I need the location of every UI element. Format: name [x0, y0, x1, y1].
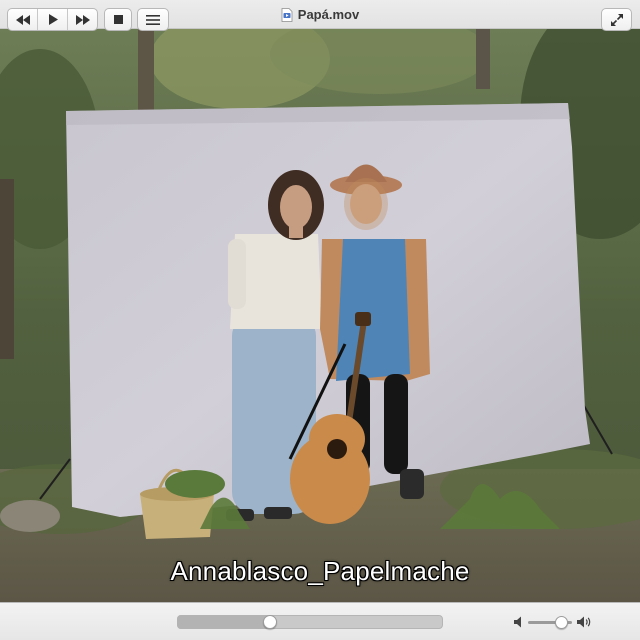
stop-icon — [113, 15, 123, 24]
timeline-scrubber[interactable] — [177, 614, 443, 630]
video-frame[interactable]: Annablasco_Papelmache — [0, 29, 640, 602]
rewind-button[interactable] — [8, 9, 38, 30]
stop-button[interactable] — [104, 8, 132, 31]
fast-forward-button[interactable] — [68, 9, 97, 30]
subtitle-caption: Annablasco_Papelmache — [170, 556, 470, 586]
volume-slider-knob[interactable] — [555, 616, 568, 629]
timeline-playhead[interactable] — [263, 615, 277, 629]
volume-low-icon[interactable] — [514, 616, 524, 628]
rewind-icon — [15, 14, 30, 25]
window-title: Papá.mov — [297, 7, 360, 22]
fullscreen-button[interactable] — [601, 8, 632, 31]
video-scene-image — [0, 29, 640, 602]
movie-file-icon — [281, 7, 293, 22]
transport-button-group — [7, 8, 98, 31]
play-icon — [48, 14, 58, 25]
fast-forward-icon — [75, 14, 90, 25]
fullscreen-icon — [610, 13, 623, 26]
playlist-icon — [146, 14, 160, 25]
volume-high-icon[interactable] — [577, 615, 593, 629]
timeline-played-portion — [177, 615, 270, 629]
playlist-button[interactable] — [137, 8, 169, 31]
play-button[interactable] — [38, 9, 68, 30]
